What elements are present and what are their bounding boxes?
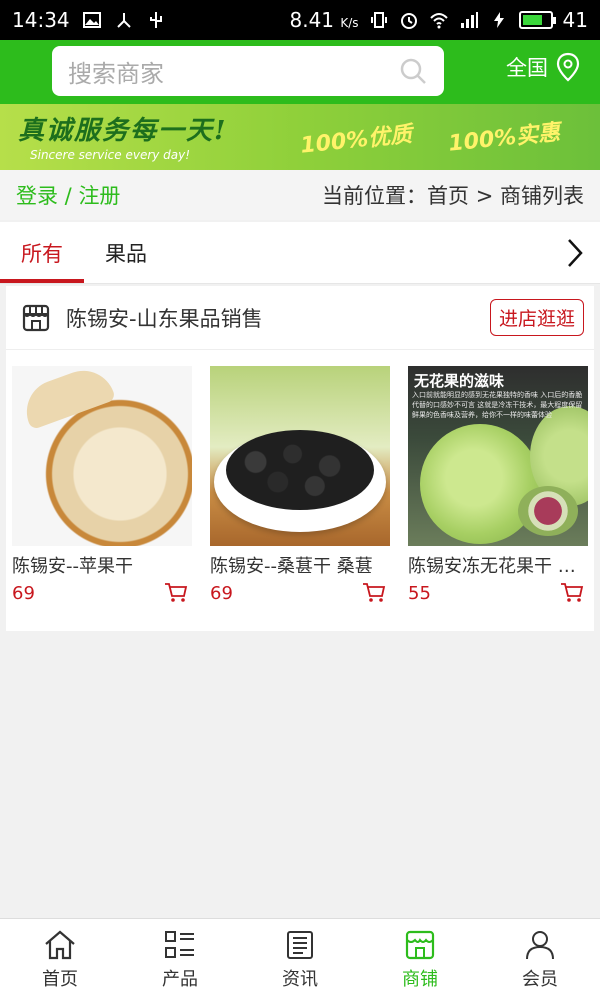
- search-placeholder: 搜索商家: [68, 59, 164, 88]
- app-header: 搜索商家 全国: [0, 40, 600, 104]
- product-item[interactable]: 无花果的滋味 入口前就能明显的感到无花果独特的香味 入口后的香脆代替的口感妙不可…: [408, 366, 588, 604]
- alarm-icon: [400, 13, 417, 29]
- nav-member[interactable]: 会员: [480, 919, 600, 1000]
- news-icon: [287, 930, 313, 959]
- nav-shops-label: 商铺: [402, 968, 438, 990]
- nav-news[interactable]: 资讯: [240, 919, 360, 1000]
- banner-slogan: 真诚服务每一天!: [18, 116, 228, 146]
- product-name[interactable]: 陈锡安--桑葚干 桑葚: [210, 552, 390, 578]
- product-price: 55: [408, 582, 431, 604]
- fig-image-title: 无花果的滋味: [414, 372, 505, 390]
- product-price: 69: [12, 582, 35, 604]
- nav-products[interactable]: 产品: [120, 919, 240, 1000]
- promo-banner[interactable]: 真诚服务每一天! Sincere service every day! 100%…: [0, 104, 600, 170]
- banner-tag-value: 100%实惠: [447, 120, 562, 157]
- product-item[interactable]: 陈锡安--桑葚干 桑葚 69: [210, 366, 390, 604]
- tabs-scroll-right[interactable]: [550, 222, 600, 283]
- product-name[interactable]: 陈锡安--苹果干: [12, 552, 192, 578]
- charging-icon: [493, 12, 504, 28]
- current-location: 当前位置：首页 > 商铺列表: [322, 184, 584, 208]
- user-icon: [526, 930, 554, 959]
- usb-icon: [149, 12, 162, 28]
- shop-icon: [405, 930, 435, 959]
- location-pin-icon: [556, 52, 580, 82]
- bottom-nav: 首页 产品 资讯 商铺 会员: [0, 918, 600, 1000]
- region-selector[interactable]: 全国: [506, 52, 582, 82]
- nav-products-label: 产品: [162, 968, 198, 990]
- nav-member-label: 会员: [522, 968, 558, 990]
- cart-icon[interactable]: [164, 582, 188, 604]
- auth-separator: /: [58, 184, 79, 208]
- battery-percent: 41: [562, 8, 588, 32]
- battery-icon: [518, 11, 556, 29]
- visit-shop-button[interactable]: 进店逛逛: [489, 299, 584, 336]
- category-tabs: 所有 果品: [0, 222, 600, 284]
- login-link[interactable]: 登录: [16, 184, 58, 208]
- product-list: 陈锡安--苹果干 69 陈锡安--桑葚干 桑葚 69 无花果的滋味 入口前就能明…: [12, 366, 588, 604]
- search-icon[interactable]: [398, 56, 428, 86]
- nav-home-label: 首页: [42, 968, 78, 990]
- network-speed: 8.41 K/s: [289, 8, 359, 32]
- grid-list-icon: [165, 930, 194, 958]
- nav-news-label: 资讯: [282, 968, 318, 990]
- image-icon: [82, 12, 101, 28]
- status-bar: 14:34 8.41 K/s 41: [0, 0, 600, 40]
- product-image-fig[interactable]: 无花果的滋味 入口前就能明显的感到无花果独特的香味 入口后的香脆代替的口感妙不可…: [408, 366, 588, 546]
- banner-slogan-en: Sincere service every day!: [30, 148, 191, 162]
- cart-icon[interactable]: [560, 582, 584, 604]
- mulberry-pile: [226, 430, 374, 510]
- wifi-icon: [429, 13, 448, 29]
- register-link[interactable]: 注册: [78, 184, 120, 208]
- cart-icon[interactable]: [362, 582, 386, 604]
- product-image-apple-chips[interactable]: [12, 366, 192, 546]
- fig-image-text: 入口前就能明显的感到无花果独特的香味 入口后的香脆代替的口感妙不可言 这就是冷冻…: [412, 391, 583, 419]
- product-item[interactable]: 陈锡安--苹果干 69: [12, 366, 192, 604]
- shop-icon: [22, 304, 50, 331]
- tab-all[interactable]: 所有: [0, 222, 84, 283]
- fig-shape: [420, 424, 540, 544]
- nav-home[interactable]: 首页: [0, 919, 120, 1000]
- fig-slice-shape: [518, 486, 578, 536]
- shop-name[interactable]: 陈锡安-山东果品销售: [66, 303, 263, 333]
- product-price: 69: [210, 582, 233, 604]
- search-input[interactable]: 搜索商家: [52, 46, 444, 96]
- signal-icon: [460, 12, 478, 28]
- tab-fruit[interactable]: 果品: [84, 222, 168, 283]
- share-icon: [116, 13, 131, 28]
- breadcrumb: 登录 / 注册 当前位置：首页 > 商铺列表: [0, 170, 600, 220]
- banner-tag-quality: 100%优质: [299, 122, 414, 159]
- chevron-right-icon: [568, 238, 583, 267]
- shop-card: 陈锡安-山东果品销售 进店逛逛 陈锡安--苹果干 69 陈锡安--桑葚干 桑葚 …: [6, 286, 594, 631]
- product-image-mulberry[interactable]: [210, 366, 390, 546]
- vibrate-icon: [370, 12, 387, 28]
- shop-header: 陈锡安-山东果品销售 进店逛逛: [6, 286, 594, 350]
- region-label: 全国: [506, 56, 548, 80]
- status-time: 14:34: [12, 8, 70, 32]
- auth-links: 登录 / 注册: [16, 180, 120, 210]
- product-name[interactable]: 陈锡安冻无花果干 无花果: [408, 552, 588, 578]
- home-icon: [45, 930, 75, 959]
- nav-shops[interactable]: 商铺: [360, 919, 480, 1000]
